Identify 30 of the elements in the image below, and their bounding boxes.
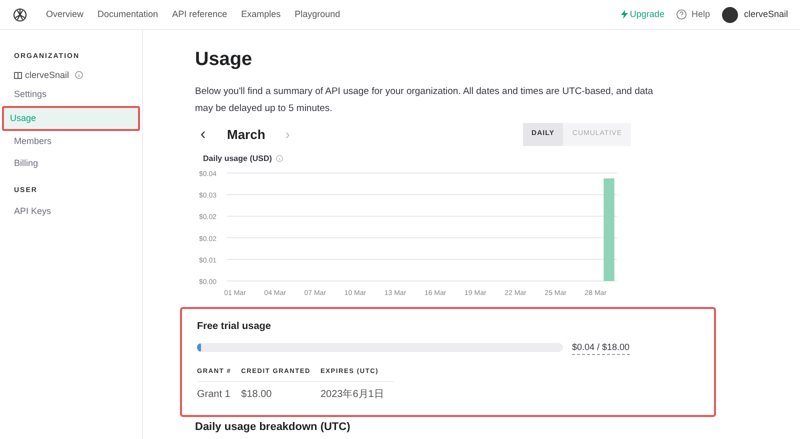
usage-reading: $0.04 / $18.00 bbox=[572, 340, 630, 355]
chart-title: Daily usage (USD) bbox=[203, 152, 272, 164]
intro-text: Below you'll find a summary of API usage for your organization. All dates and times are UTC-based, and data may be delayed up to 5 minutes. bbox=[195, 84, 654, 116]
info-icon bbox=[75, 71, 84, 80]
sidebar-item[interactable]: Settings bbox=[8, 84, 134, 106]
table-cell: 2023年6月1日 bbox=[320, 381, 394, 407]
avatar-icon[interactable] bbox=[722, 6, 738, 22]
sidebar-item[interactable]: Billing bbox=[8, 152, 134, 174]
org-name[interactable]: clerveSnail bbox=[25, 68, 70, 82]
table-cell: Grant 1 bbox=[197, 381, 242, 407]
table-cell: $18.00 bbox=[241, 381, 320, 407]
previous-month-button[interactable]: ‹ bbox=[195, 122, 211, 146]
building-icon bbox=[14, 71, 22, 80]
sidebar-item[interactable]: API Keys bbox=[8, 200, 134, 222]
nav-link[interactable]: Examples bbox=[241, 8, 281, 22]
sidebar-item[interactable]: Members bbox=[8, 131, 134, 152]
card-title: Free trial usage bbox=[197, 320, 272, 334]
bolt-icon bbox=[620, 10, 628, 19]
logo-icon[interactable] bbox=[12, 6, 28, 22]
info-icon bbox=[276, 155, 283, 162]
nav-link[interactable]: Overview bbox=[46, 8, 84, 22]
nav-link[interactable]: Playground bbox=[294, 8, 340, 22]
help-icon bbox=[676, 9, 688, 20]
nav-link[interactable]: API reference bbox=[172, 8, 228, 22]
page-title: Usage bbox=[195, 48, 254, 72]
month-label: March bbox=[227, 126, 266, 144]
section-heading: Daily usage breakdown (UTC) bbox=[195, 420, 352, 433]
help-link[interactable]: Help bbox=[676, 8, 710, 22]
user-name[interactable]: clerveSnail bbox=[744, 8, 788, 22]
nav-link[interactable]: Documentation bbox=[98, 8, 158, 22]
